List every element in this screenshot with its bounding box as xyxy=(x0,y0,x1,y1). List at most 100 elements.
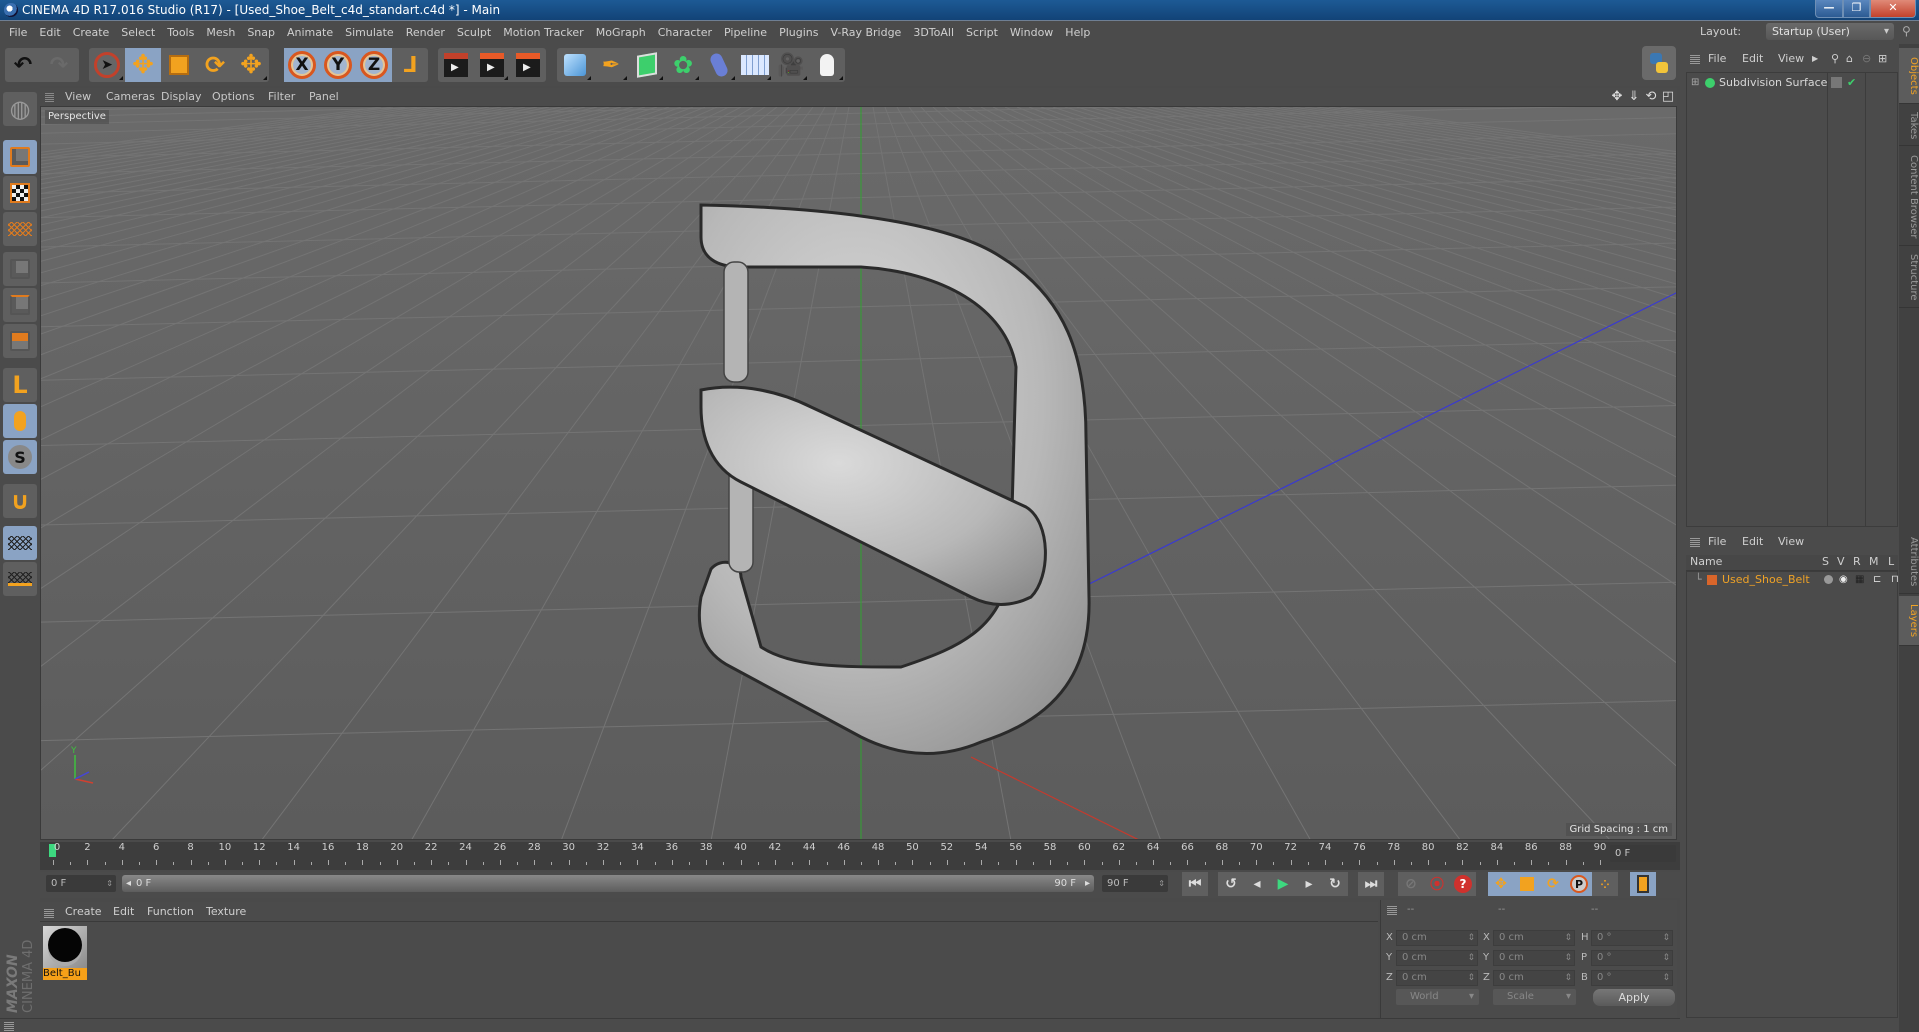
rotate-tool-button[interactable]: ⟳ xyxy=(197,48,233,82)
subdivision-surface-button[interactable] xyxy=(629,48,665,82)
polygons-mode-button[interactable] xyxy=(3,324,37,358)
menu-tools[interactable]: Tools xyxy=(161,21,200,44)
live-selection-button[interactable]: ➤ xyxy=(89,48,125,82)
close-button[interactable]: ✕ xyxy=(1870,0,1916,18)
object-row[interactable]: ⊞ Subdivision Surface ✔ xyxy=(1689,75,1895,91)
tab-takes[interactable]: Takes xyxy=(1899,106,1919,146)
points-mode-button[interactable] xyxy=(3,252,37,286)
scale-tool-button[interactable] xyxy=(161,48,197,82)
link-icon[interactable]: ⊖ xyxy=(1862,48,1871,70)
pos-z-field[interactable]: 0 cm xyxy=(1396,970,1478,986)
material-menu-texture[interactable]: Texture xyxy=(206,902,246,922)
column-locked[interactable]: L xyxy=(1888,555,1894,568)
previous-frame-button[interactable]: ◂ xyxy=(1244,872,1270,896)
lock-icon[interactable]: ⊓ xyxy=(1891,572,1899,588)
viewport-menu-cameras[interactable]: Cameras xyxy=(106,88,155,106)
solo-dot-icon[interactable] xyxy=(1824,575,1833,584)
key-rotation-button[interactable]: ⟳ xyxy=(1540,872,1566,896)
menu-mesh[interactable]: Mesh xyxy=(200,21,241,44)
menu-create[interactable]: Create xyxy=(67,21,116,44)
cube-button[interactable] xyxy=(557,48,593,82)
coordinate-system-button[interactable]: ⅃ xyxy=(392,48,428,82)
menu-3dtoall[interactable]: 3DToAll xyxy=(907,21,960,44)
menu-plugins[interactable]: Plugins xyxy=(773,21,824,44)
workplane-mode-button[interactable] xyxy=(3,212,37,246)
light-button[interactable] xyxy=(809,48,845,82)
panel-grip-icon[interactable] xyxy=(1690,537,1700,547)
range-left-arrow-icon[interactable]: ◂ xyxy=(126,875,131,892)
menu-mograph[interactable]: MoGraph xyxy=(590,21,652,44)
go-to-end-button[interactable]: ⏭ xyxy=(1358,872,1384,896)
viewport-menu-view[interactable]: View xyxy=(65,88,91,106)
layer-row[interactable]: └ Used_Shoe_Belt ◉ ▦ ⊏ ⊓ xyxy=(1689,572,1899,588)
rotate-view-icon[interactable]: ⟲ xyxy=(1644,90,1658,104)
solo-mode-button[interactable]: S xyxy=(3,440,37,474)
viewport-menu-options[interactable]: Options xyxy=(212,88,254,106)
tab-structure[interactable]: Structure xyxy=(1899,248,1919,308)
eye-icon[interactable]: ◉ xyxy=(1839,572,1848,588)
frame-range-slider[interactable]: ◂ 0 F 90 F ▸ xyxy=(122,875,1094,892)
x-axis-button[interactable]: X xyxy=(284,48,320,82)
cloner-button[interactable]: ✿ xyxy=(665,48,701,82)
menu-snap[interactable]: Snap xyxy=(241,21,281,44)
menu-edit[interactable]: Edit xyxy=(33,21,66,44)
deformer-button[interactable] xyxy=(701,48,737,82)
key-parameter-button[interactable]: P xyxy=(1566,872,1592,896)
size-y-field[interactable]: 0 cm xyxy=(1493,950,1575,966)
start-frame-field[interactable]: 0 F ⇕ xyxy=(46,875,116,892)
timeline-window-button[interactable] xyxy=(1630,872,1656,896)
render-view-button[interactable] xyxy=(438,48,474,82)
redo-button[interactable]: ↷ xyxy=(41,48,77,82)
more-arrow-icon[interactable]: ▶ xyxy=(1812,48,1818,70)
recent-tool-button[interactable]: ✥ xyxy=(233,48,269,82)
edges-mode-button[interactable] xyxy=(3,288,37,322)
material-menu-create[interactable]: Create xyxy=(65,902,102,922)
tweak-mode-button[interactable] xyxy=(3,404,37,438)
pos-x-field[interactable]: 0 cm xyxy=(1396,930,1478,946)
key-position-button[interactable]: ✥ xyxy=(1488,872,1514,896)
locked-workplane-button[interactable] xyxy=(3,526,37,560)
editor-visibility-icon[interactable] xyxy=(1831,77,1842,88)
search-icon[interactable]: ⚲ xyxy=(1831,48,1839,70)
material-item[interactable]: Belt_Bu xyxy=(43,926,87,980)
viewport-menu-panel[interactable]: Panel xyxy=(309,88,339,106)
layer-menu-file[interactable]: File xyxy=(1708,531,1726,553)
new-panel-icon[interactable]: ⊞ xyxy=(1878,48,1887,70)
viewport-perspective[interactable]: Y Perspective Grid Spacing : 1 cm xyxy=(40,106,1677,840)
rot-p-field[interactable]: 0 ° xyxy=(1591,950,1673,966)
material-menu-function[interactable]: Function xyxy=(147,902,194,922)
make-editable-button[interactable]: ◍ xyxy=(3,92,37,126)
key-scale-button[interactable] xyxy=(1514,872,1540,896)
menu-motion-tracker[interactable]: Motion Tracker xyxy=(497,21,589,44)
menu-sculpt[interactable]: Sculpt xyxy=(451,21,497,44)
motion-record-button[interactable]: ⊘ xyxy=(1398,872,1424,896)
size-x-field[interactable]: 0 cm xyxy=(1493,930,1575,946)
object-menu-file[interactable]: File xyxy=(1708,48,1726,70)
menu-select[interactable]: Select xyxy=(115,21,161,44)
menu-render[interactable]: Render xyxy=(400,21,451,44)
next-frame-button[interactable]: ▸ xyxy=(1296,872,1322,896)
record-active-button[interactable]: ⦿ xyxy=(1424,872,1450,896)
spinner-icon[interactable]: ⇕ xyxy=(1158,875,1165,892)
panel-grip-icon[interactable] xyxy=(1387,905,1397,915)
viewport-camera-label[interactable]: Perspective xyxy=(45,110,109,124)
play-button[interactable]: ▶ xyxy=(1270,872,1296,896)
tab-layers[interactable]: Layers xyxy=(1899,596,1919,646)
menu-help[interactable]: Help xyxy=(1059,21,1096,44)
render-settings-button[interactable] xyxy=(510,48,546,82)
menu-script[interactable]: Script xyxy=(960,21,1004,44)
column-render[interactable]: R xyxy=(1853,555,1861,568)
manager-icon[interactable]: ⊏ xyxy=(1873,572,1881,588)
go-to-start-button[interactable]: ⏮ xyxy=(1182,872,1208,896)
layer-color-swatch[interactable] xyxy=(1707,575,1717,585)
move-tool-button[interactable]: ✥ xyxy=(125,48,161,82)
menu-file[interactable]: File xyxy=(0,21,33,44)
layout-dropdown[interactable]: Startup (User) xyxy=(1766,23,1894,40)
pen-button[interactable]: ✒ xyxy=(593,48,629,82)
menu-animate[interactable]: Animate xyxy=(281,21,339,44)
menu-pipeline[interactable]: Pipeline xyxy=(718,21,773,44)
panel-grip-icon[interactable] xyxy=(4,1021,14,1031)
key-pla-button[interactable]: ⁘ xyxy=(1592,872,1618,896)
timeline-ruler[interactable]: 0 2 4 6 8 10 12 14 16 18 20 22 24 26 28 30 32 34 36 38 40 42 4… xyxy=(40,842,1680,870)
layer-menu-edit[interactable]: Edit xyxy=(1742,531,1763,553)
